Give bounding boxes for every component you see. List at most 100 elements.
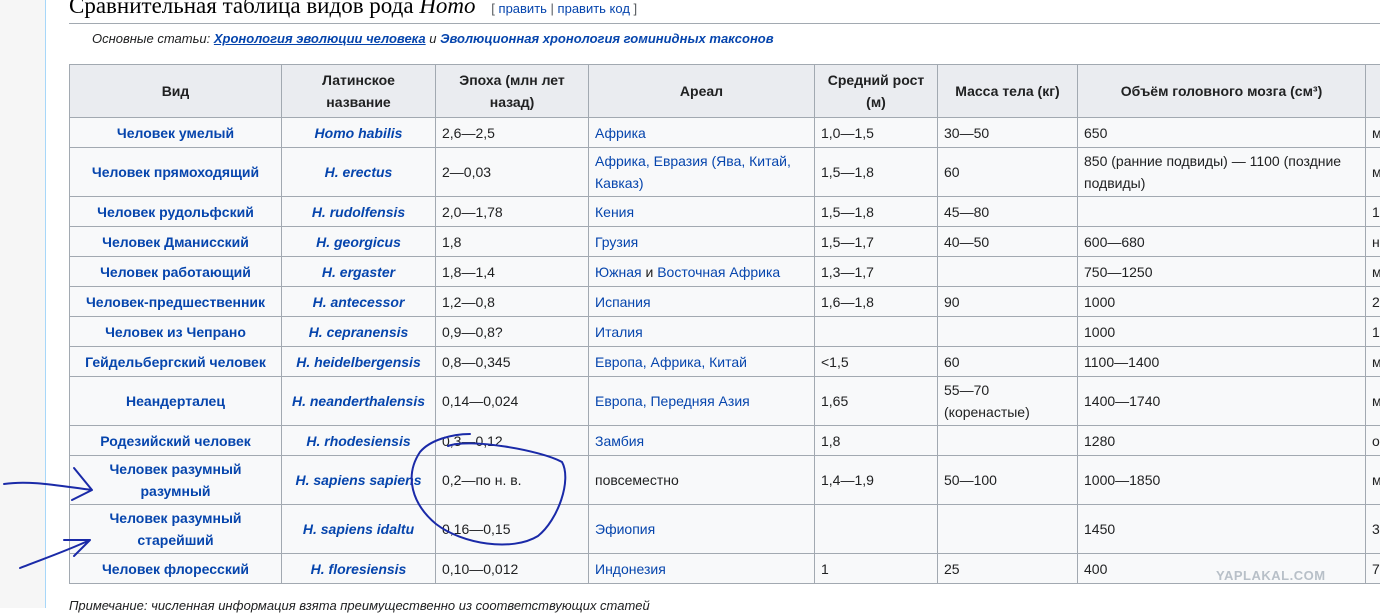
epoch-cell: 0,16—0,15 [436,505,589,554]
mass-cell: 55—70 (коренастые) [938,377,1078,426]
range-link[interactable]: Индонезия [589,554,815,584]
latin-link[interactable]: H. neanderthalensis [282,377,436,426]
epoch-cell: 0,3—0,12 [436,426,589,456]
epoch-cell: 2—0,03 [436,148,589,197]
extra-cell: м [1366,118,1380,148]
range-link[interactable]: Испания [589,287,815,317]
range-link-east-africa[interactable]: Восточная Африка [657,264,780,280]
header-range[interactable]: Ареал [589,65,815,118]
table-row: Человек-предшественник H. antecessor 1,2… [70,287,1380,317]
species-link[interactable]: Человек разумный разумный [70,456,282,505]
epoch-cell: 1,2—0,8 [436,287,589,317]
header-epoch[interactable]: Эпоха (млн лет назад) [436,65,589,118]
height-cell: 1,5—1,7 [815,227,938,257]
header-extra [1366,65,1380,118]
species-link[interactable]: Человек умелый [70,118,282,148]
brain-cell [1078,197,1366,227]
species-link[interactable]: Человек из Чепрано [70,317,282,347]
table-row: Человек работающий H. ergaster 1,8—1,4 Ю… [70,257,1380,287]
extra-cell: м [1366,347,1380,377]
range-link[interactable]: Италия [589,317,815,347]
table-row: Человек умелый Homo habilis 2,6—2,5 Афри… [70,118,1380,148]
brain-cell: 650 [1078,118,1366,148]
latin-link[interactable]: Homo habilis [282,118,436,148]
range-link[interactable]: Африка [589,118,815,148]
brain-cell: 1450 [1078,505,1366,554]
brain-cell: 1000 [1078,287,1366,317]
table-row: Человек рудольфский H. rudolfensis 2,0—1… [70,197,1380,227]
header-height[interactable]: Средний рост (м) [815,65,938,118]
epoch-cell: 2,0—1,78 [436,197,589,227]
extra-cell: м [1366,148,1380,197]
table-row: Человек разумный разумный H. sapiens sap… [70,456,1380,505]
extra-cell: о [1366,426,1380,456]
table-row: Человек Дманисский H. georgicus 1,8 Груз… [70,227,1380,257]
species-table: Вид Латинское название Эпоха (млн лет на… [69,64,1380,584]
height-cell [815,505,938,554]
epoch-cell: 1,8 [436,227,589,257]
mass-cell [938,257,1078,287]
species-link[interactable]: Неандерталец [70,377,282,426]
range-link[interactable]: Кения [589,197,815,227]
range-link[interactable]: Грузия [589,227,815,257]
heading-text: Сравнительная таблица видов рода [69,0,419,18]
mass-cell: 30—50 [938,118,1078,148]
table-row: Человек прямоходящий H. erectus 2—0,03 А… [70,148,1380,197]
latin-link[interactable]: H. sapiens idaltu [282,505,436,554]
range-link[interactable]: Замбия [589,426,815,456]
species-link[interactable]: Человек прямоходящий [70,148,282,197]
range-link[interactable]: Европа, Передняя Азия [589,377,815,426]
mass-cell: 50—100 [938,456,1078,505]
header-mass[interactable]: Масса тела (кг) [938,65,1078,118]
latin-link[interactable]: H. georgicus [282,227,436,257]
species-link[interactable]: Человек разумный старейший [70,505,282,554]
height-cell: 1 [815,554,938,584]
hatnote-link-chronology[interactable]: Хронология эволюции человека [214,31,426,46]
height-cell: 1,3—1,7 [815,257,938,287]
epoch-cell: 2,6—2,5 [436,118,589,148]
extra-cell: м [1366,257,1380,287]
brain-cell: 850 (ранние подвиды) — 1100 (поздние под… [1078,148,1366,197]
hatnote-link-taxa[interactable]: Эволюционная хронология гоминидных таксо… [440,31,773,46]
range-link[interactable]: Эфиопия [589,505,815,554]
latin-link[interactable]: H. erectus [282,148,436,197]
latin-link[interactable]: H. cepranensis [282,317,436,347]
edit-source-link[interactable]: править код [558,1,630,16]
extra-cell: м [1366,377,1380,426]
species-link[interactable]: Родезийский человек [70,426,282,456]
mass-cell: 45—80 [938,197,1078,227]
latin-link[interactable]: H. rudolfensis [282,197,436,227]
range-link-south[interactable]: Южная [595,264,642,280]
edit-link[interactable]: править [499,1,547,16]
heading-divider [69,23,1380,24]
sidebar-strip [0,0,46,608]
epoch-cell: 1,8—1,4 [436,257,589,287]
latin-link[interactable]: H. rhodesiensis [282,426,436,456]
epoch-cell: 0,9—0,8? [436,317,589,347]
epoch-cell: 0,10—0,012 [436,554,589,584]
latin-link[interactable]: H. antecessor [282,287,436,317]
latin-link[interactable]: H. ergaster [282,257,436,287]
height-cell: 1,65 [815,377,938,426]
range-link[interactable]: Европа, Африка, Китай [589,347,815,377]
species-link[interactable]: Человек рудольфский [70,197,282,227]
species-link[interactable]: Человек работающий [70,257,282,287]
species-link[interactable]: Человек Дманисский [70,227,282,257]
range-link[interactable]: Африка, Евразия (Ява, Китай, Кавказ) [589,148,815,197]
brain-cell: 750—1250 [1078,257,1366,287]
extra-cell: м [1366,456,1380,505]
species-link[interactable]: Человек-предшественник [70,287,282,317]
header-brain[interactable]: Объём головного мозга (см³) [1078,65,1366,118]
brain-cell: 1000—1850 [1078,456,1366,505]
latin-link[interactable]: H. heidelbergensis [282,347,436,377]
mass-cell: 90 [938,287,1078,317]
header-species[interactable]: Вид [70,65,282,118]
mass-cell: 60 [938,148,1078,197]
species-link[interactable]: Человек флоресский [70,554,282,584]
header-latin[interactable]: Латинское название [282,65,436,118]
table-header-row: Вид Латинское название Эпоха (млн лет на… [70,65,1380,118]
species-link[interactable]: Гейдельбергский человек [70,347,282,377]
height-cell: 1,0—1,5 [815,118,938,148]
latin-link[interactable]: H. floresiensis [282,554,436,584]
latin-link[interactable]: H. sapiens sapiens [282,456,436,505]
